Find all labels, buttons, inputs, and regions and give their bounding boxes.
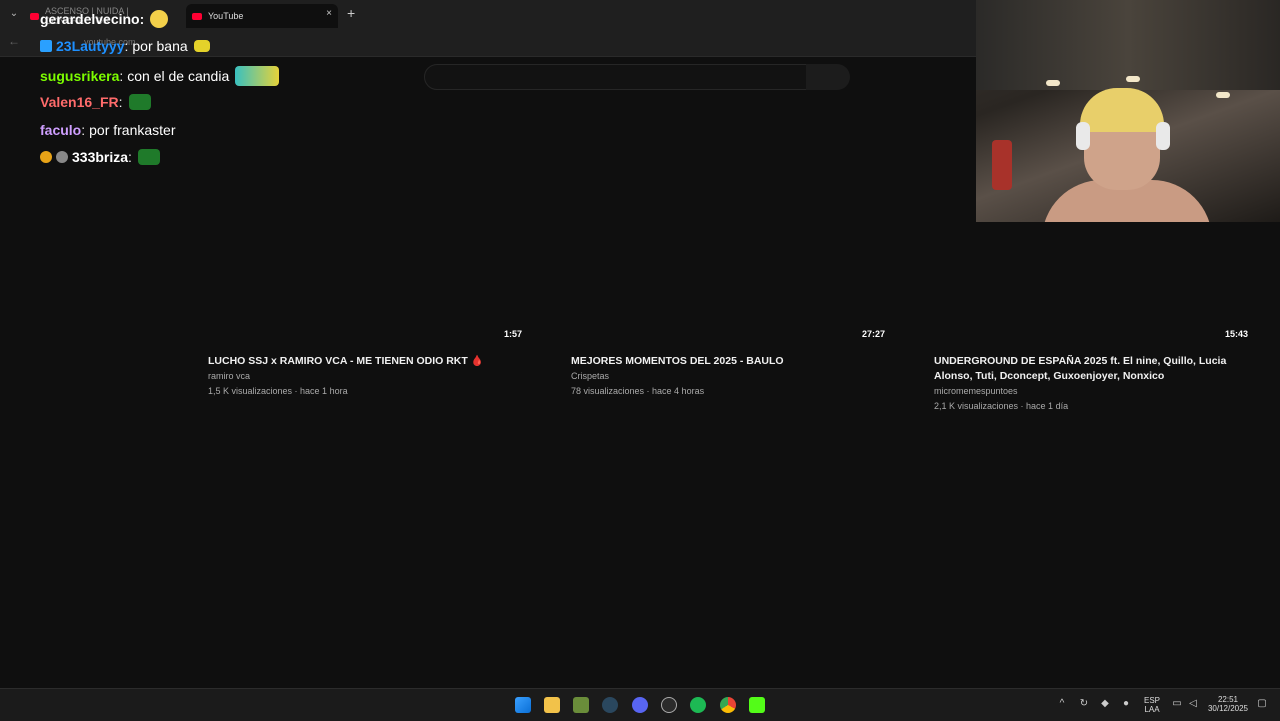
youtube-search-button[interactable] [806, 64, 850, 90]
chevron-up-icon[interactable]: ^ [1056, 698, 1068, 710]
spotify-icon[interactable] [690, 697, 706, 713]
headphone-icon [1156, 122, 1170, 150]
video-channel[interactable]: Crispetas [571, 369, 901, 384]
webcam-person-cap [1080, 88, 1164, 132]
minecraft-icon[interactable] [573, 697, 589, 713]
youtube-favicon-icon [192, 12, 202, 20]
video-card[interactable]: MEJORES MOMENTOS DEL 2025 - BAULO Crispe… [571, 354, 901, 399]
chat-username: sugusrikera [40, 68, 120, 84]
chat-badge-icon [40, 151, 52, 163]
language-indicator[interactable]: ESP LAA [1140, 696, 1164, 714]
video-title[interactable]: UNDERGROUND DE ESPAÑA 2025 ft. El nine, … [934, 354, 1234, 384]
headphone-icon [1076, 122, 1090, 150]
clock[interactable]: 22:51 30/12/2025 [1204, 695, 1252, 713]
chat-emote-icon [128, 94, 151, 110]
webcam-light [1046, 80, 1060, 86]
chat-text: por frankaster [89, 122, 176, 138]
network-icon[interactable]: ▭ [1171, 698, 1183, 710]
discord-icon[interactable] [632, 697, 648, 713]
chat-username: gerardelvecino [40, 11, 140, 27]
youtube-search-input[interactable] [424, 64, 808, 90]
clock-time: 22:51 [1217, 695, 1239, 704]
file-explorer-icon[interactable] [544, 697, 560, 713]
steam-icon[interactable] [602, 697, 618, 713]
video-meta: 78 visualizaciones · hace 4 horas [571, 386, 705, 396]
chat-message: 23Lautyyy: por bana [40, 38, 210, 54]
kick-icon[interactable] [749, 697, 765, 713]
tab-close-button[interactable]: × [326, 8, 332, 19]
video-meta: 2,1 K visualizaciones · hace 1 día [934, 401, 1069, 411]
new-tab-button[interactable]: + [347, 5, 355, 21]
webcam-overlay [976, 0, 1280, 222]
volume-icon[interactable]: ◁ [1187, 698, 1199, 710]
chat-emote-icon [193, 40, 210, 52]
chrome-icon[interactable] [720, 697, 736, 713]
chat-message: Valen16_FR: [40, 94, 151, 110]
clock-date: 30/12/2025 [1207, 704, 1249, 713]
chat-emote-icon [150, 10, 169, 28]
tab-youtube[interactable]: YouTube × [186, 4, 338, 28]
notification-icon[interactable]: ▢ [1256, 698, 1268, 710]
chat-username: faculo [40, 122, 82, 138]
video-channel[interactable]: micromemespuntoes [934, 384, 1234, 399]
address-bar[interactable]: youtube.com [84, 33, 964, 51]
chat-message: faculo: por frankaster [40, 122, 176, 138]
tab-label: YouTube [208, 11, 244, 21]
chat-message: gerardelvecino: [40, 10, 169, 28]
chat-username: 23Lautyyy [56, 38, 125, 54]
microphone-icon[interactable]: ● [1120, 698, 1132, 710]
video-channel[interactable]: ramiro vca [208, 369, 538, 384]
shield-icon[interactable]: ◆ [1099, 698, 1111, 710]
chat-username: 333briza [72, 149, 129, 165]
video-duration: 1:57 [504, 329, 523, 339]
chat-emote-icon [137, 149, 160, 165]
chat-username: Valen16_FR [40, 94, 119, 110]
back-arrow-icon[interactable]: ← [8, 34, 20, 48]
webcam-light [1216, 92, 1230, 98]
video-card[interactable]: UNDERGROUND DE ESPAÑA 2025 ft. El nine, … [934, 354, 1234, 414]
tab-list-button[interactable]: ⌄ [6, 6, 22, 22]
chat-badge-icon [56, 151, 68, 163]
sync-icon[interactable]: ↻ [1078, 698, 1090, 710]
chat-text: por bana [132, 38, 188, 54]
chat-text: con el de candia [127, 68, 230, 84]
webcam-light [1126, 76, 1140, 82]
video-title[interactable]: LUCHO SSJ x RAMIRO VCA - ME TIENEN ODIO … [208, 354, 538, 369]
windows-icon[interactable] [515, 697, 531, 713]
language-code: ESP [1143, 696, 1160, 705]
video-duration: 15:43 [1225, 329, 1249, 339]
obs-icon[interactable] [661, 697, 677, 713]
video-meta: 1,5 K visualizaciones · hace 1 hora [208, 386, 348, 396]
taskbar: ^ ↻ ◆ ● ESP LAA ▭ ◁ 22:51 30/12/2025 ▢ [0, 688, 1280, 721]
chat-message: sugusrikera: con el de candia [40, 66, 280, 86]
chat-message: 333briza: [40, 149, 160, 165]
video-title[interactable]: MEJORES MOMENTOS DEL 2025 - BAULO [571, 354, 901, 369]
youtube-favicon-icon [30, 12, 39, 20]
video-card[interactable]: LUCHO SSJ x RAMIRO VCA - ME TIENEN ODIO … [208, 354, 538, 399]
video-duration: 27:27 [862, 329, 886, 339]
chat-badge-icon [40, 40, 52, 52]
chat-emote-icon [235, 66, 280, 86]
region-code: LAA [1144, 705, 1160, 714]
webcam-bottle [992, 140, 1012, 190]
